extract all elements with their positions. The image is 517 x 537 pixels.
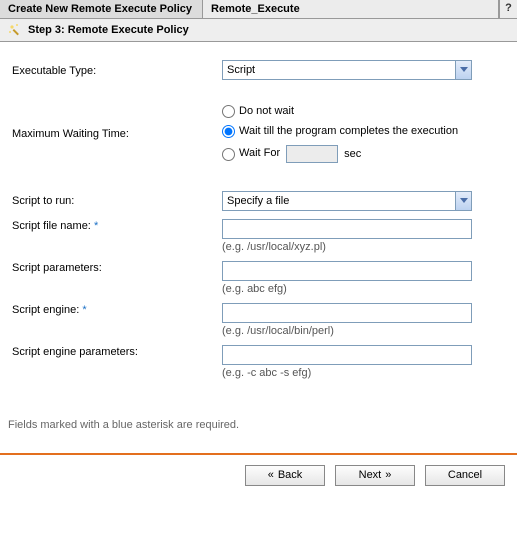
script-to-run-select[interactable]: Specify a file [222, 191, 472, 211]
script-file-label: Script file name: * [12, 219, 222, 232]
title-bar: Create New Remote Execute Policy Remote_… [0, 0, 517, 19]
script-to-run-label: Script to run: [12, 194, 222, 207]
executable-type-label: Executable Type: [12, 64, 222, 77]
step-title: Step 3: Remote Execute Policy [28, 24, 189, 36]
script-params-label: Script parameters: [12, 261, 222, 274]
radio-wait-complete-label: Wait till the program completes the exec… [239, 124, 469, 138]
chevron-down-icon [455, 192, 471, 210]
max-wait-radio-group: Do not wait Wait till the program comple… [222, 102, 472, 163]
step-bar: Step 3: Remote Execute Policy [0, 19, 517, 42]
engine-params-label: Script engine parameters: [12, 345, 222, 358]
script-to-run-value: Specify a file [227, 195, 289, 207]
laquo-icon: « [268, 469, 274, 481]
required-star: * [82, 304, 86, 316]
max-wait-label: Maximum Waiting Time: [12, 102, 222, 140]
tab-create-policy[interactable]: Create New Remote Execute Policy [0, 0, 203, 18]
engine-params-input[interactable] [222, 345, 472, 365]
radio-no-wait[interactable] [222, 105, 235, 118]
executable-type-select[interactable]: Script [222, 60, 472, 80]
back-button[interactable]: « Back [245, 465, 325, 486]
radio-wait-for[interactable] [222, 148, 235, 161]
radio-wait-for-label: Wait For [239, 146, 280, 160]
radio-wait-complete[interactable] [222, 125, 235, 138]
script-params-input[interactable] [222, 261, 472, 281]
raquo-icon: » [385, 469, 391, 481]
required-footnote: Fields marked with a blue asterisk are r… [8, 419, 517, 431]
button-bar: « Back Next » Cancel [0, 455, 517, 486]
engine-params-hint: (e.g. -c abc -s efg) [222, 367, 472, 379]
next-button[interactable]: Next » [335, 465, 415, 486]
required-star: * [94, 220, 98, 232]
script-params-hint: (e.g. abc efg) [222, 283, 472, 295]
form: Executable Type: Script Maximum Waiting … [0, 42, 517, 379]
help-button[interactable]: ? [499, 0, 517, 18]
radio-no-wait-label: Do not wait [239, 104, 294, 118]
chevron-down-icon [455, 61, 471, 79]
cancel-button[interactable]: Cancel [425, 465, 505, 486]
script-engine-label: Script engine: * [12, 303, 222, 316]
script-file-hint: (e.g. /usr/local/xyz.pl) [222, 241, 472, 253]
script-engine-input[interactable] [222, 303, 472, 323]
wait-for-sec-label: sec [344, 148, 361, 160]
wait-for-seconds-input [286, 145, 338, 163]
tab-remote-execute: Remote_Execute [203, 0, 499, 18]
script-engine-hint: (e.g. /usr/local/bin/perl) [222, 325, 472, 337]
wand-icon [8, 23, 22, 37]
executable-type-value: Script [227, 64, 255, 76]
script-file-input[interactable] [222, 219, 472, 239]
